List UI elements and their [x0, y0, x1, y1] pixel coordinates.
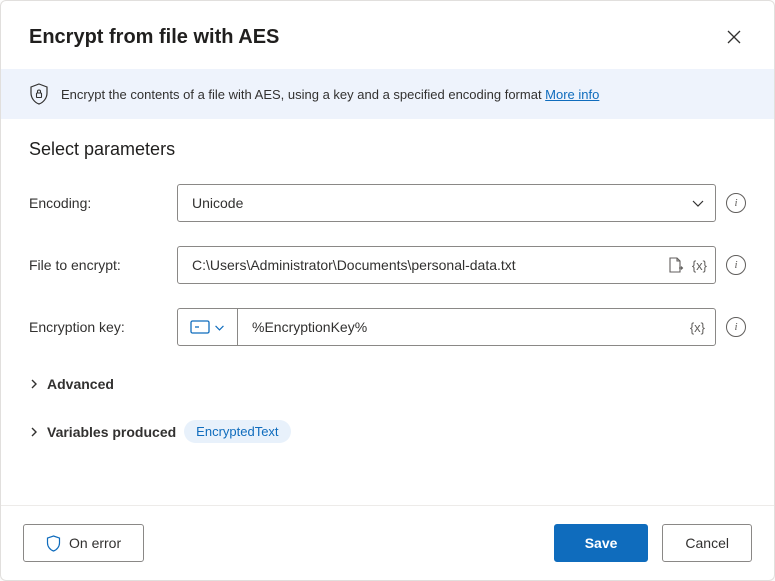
dialog-header: Encrypt from file with AES: [1, 1, 774, 69]
info-icon-encoding[interactable]: i: [726, 193, 746, 213]
variables-expander[interactable]: Variables produced EncryptedText: [29, 414, 746, 449]
variable-chip[interactable]: EncryptedText: [184, 420, 290, 443]
footer-actions: Save Cancel: [554, 524, 752, 562]
section-title: Select parameters: [29, 139, 746, 160]
insert-variable-icon[interactable]: {x}: [680, 320, 715, 335]
banner-text: Encrypt the contents of a file with AES,…: [61, 87, 599, 102]
info-icon-key[interactable]: i: [726, 317, 746, 337]
encrypt-dialog: Encrypt from file with AES Encrypt the c…: [0, 0, 775, 581]
label-key: Encryption key:: [29, 319, 177, 335]
shield-outline-icon: [46, 535, 61, 552]
key-input[interactable]: [238, 319, 680, 335]
label-file: File to encrypt:: [29, 257, 177, 273]
dialog-footer: On error Save Cancel: [1, 505, 774, 580]
close-icon: [727, 30, 741, 44]
info-banner: Encrypt the contents of a file with AES,…: [1, 69, 774, 119]
more-info-link[interactable]: More info: [545, 87, 599, 102]
shield-lock-icon: [29, 83, 49, 105]
dialog-content: Select parameters Encoding: Unicode i Fi…: [1, 119, 774, 505]
label-encoding: Encoding:: [29, 195, 177, 211]
browse-file-icon[interactable]: [666, 256, 684, 274]
row-file: File to encrypt: {x} i: [29, 246, 746, 284]
chevron-down-icon: [214, 322, 225, 333]
key-type-selector[interactable]: [178, 309, 238, 345]
cancel-button[interactable]: Cancel: [662, 524, 752, 562]
chevron-right-icon: [29, 427, 39, 437]
chevron-right-icon: [29, 379, 39, 389]
dialog-title: Encrypt from file with AES: [29, 26, 279, 49]
text-input-icon: [190, 320, 210, 334]
advanced-expander[interactable]: Advanced: [29, 370, 746, 398]
chevron-down-icon: [691, 196, 705, 210]
key-input-wrap: {x}: [177, 308, 716, 346]
advanced-label: Advanced: [47, 376, 114, 392]
file-input-wrap: {x}: [177, 246, 716, 284]
row-encoding: Encoding: Unicode i: [29, 184, 746, 222]
encoding-value: Unicode: [192, 195, 243, 211]
encoding-select[interactable]: Unicode: [177, 184, 716, 222]
row-key: Encryption key: {x} i: [29, 308, 746, 346]
close-button[interactable]: [718, 21, 750, 53]
insert-variable-icon[interactable]: {x}: [692, 258, 707, 273]
variables-label: Variables produced: [47, 424, 176, 440]
on-error-button[interactable]: On error: [23, 524, 144, 562]
save-button[interactable]: Save: [554, 524, 649, 562]
info-icon-file[interactable]: i: [726, 255, 746, 275]
file-input[interactable]: [192, 257, 666, 273]
on-error-label: On error: [69, 535, 121, 551]
